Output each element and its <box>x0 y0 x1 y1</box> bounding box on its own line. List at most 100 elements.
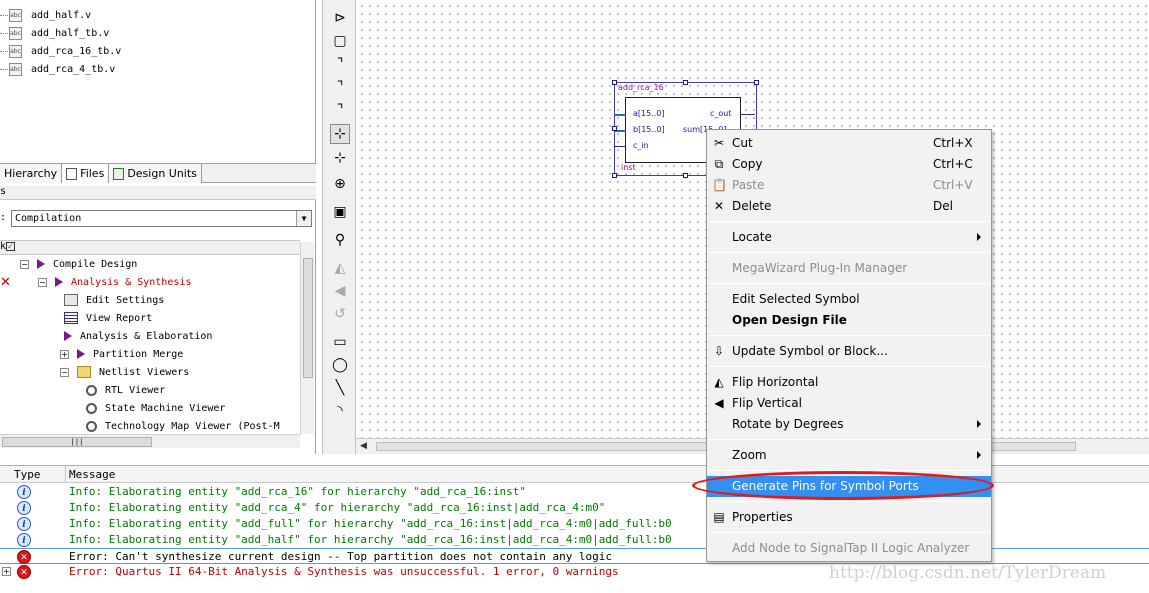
bus-wire-a <box>614 114 626 116</box>
flip-horizontal-icon[interactable]: ◭ <box>330 258 350 278</box>
menu-separator <box>709 366 989 367</box>
port-c-in: c_in <box>633 141 649 150</box>
line-icon[interactable]: ╲ <box>330 378 350 398</box>
task-item[interactable]: View Report <box>64 309 152 327</box>
task-item[interactable]: − Compile Design <box>20 255 137 273</box>
tab-hierarchy-label: Hierarchy <box>4 167 58 180</box>
column-separator[interactable] <box>65 466 66 483</box>
rubberbanding-icon[interactable]: ⊹ <box>330 124 350 144</box>
resize-handle[interactable] <box>612 126 617 131</box>
tree-expander[interactable]: − <box>60 367 69 377</box>
symbol-icon[interactable]: ▢ <box>330 31 350 51</box>
arc-icon[interactable]: ◝ <box>330 401 350 421</box>
menu-item-label: Paste <box>732 178 765 192</box>
task-item[interactable]: − Analysis & Synthesis <box>38 273 191 291</box>
tree-expander[interactable]: + <box>60 349 69 359</box>
task-label: State Machine Viewer <box>105 402 226 414</box>
menu-item-flip-vertical[interactable]: ◀ Flip Vertical <box>707 393 991 414</box>
flow-select[interactable]: Compilation ▼ <box>11 210 312 227</box>
task-item[interactable]: + Partition Merge <box>60 345 183 363</box>
design-units-icon <box>113 167 125 180</box>
tab-hierarchy[interactable]: Hierarchy <box>0 164 63 183</box>
task-item[interactable]: Analysis & Elaboration <box>64 327 212 345</box>
resize-handle[interactable] <box>612 173 617 178</box>
message-text: Info: Elaborating entity "add_rca_16" fo… <box>69 485 526 498</box>
flip-vertical-icon[interactable]: ◀ <box>330 281 350 301</box>
menu-shortcut: Ctrl+X <box>933 136 973 150</box>
rectangle-icon[interactable]: ▭ <box>330 332 350 352</box>
file-item[interactable]: abc add_rca_4_tb.v <box>0 61 115 78</box>
menu-shortcut: Del <box>933 199 953 213</box>
pin-icon[interactable]: ⊳ <box>330 8 350 28</box>
menu-item-megawizard-plug-in-manager[interactable]: MegaWizard Plug-In Manager <box>707 258 991 279</box>
task-item[interactable]: State Machine Viewer <box>86 399 225 417</box>
task-item[interactable]: − Netlist Viewers <box>60 363 189 381</box>
tree-expander[interactable]: − <box>20 259 29 269</box>
scroll-thumb[interactable] <box>303 258 313 378</box>
conduit-icon[interactable]: ⌝ <box>330 100 350 120</box>
tab-files[interactable]: Files <box>62 164 110 183</box>
menu-item-label: Update Symbol or Block... <box>732 344 888 358</box>
menu-item-copy[interactable]: ⧉ Copy Ctrl+C <box>707 154 991 175</box>
menu-item-locate[interactable]: Locate <box>707 227 991 248</box>
rotate-icon[interactable]: ↺ <box>330 304 350 324</box>
port-c-out: c_out <box>710 109 732 118</box>
resize-handle[interactable] <box>754 80 759 85</box>
file-item[interactable]: abc add_half_tb.v <box>0 25 109 42</box>
tab-files-label: Files <box>80 167 105 180</box>
copy-icon: ⧉ <box>714 157 724 171</box>
symbol-name: add_rca_16 <box>618 83 664 92</box>
menu-separator <box>709 283 989 284</box>
wire-c-in <box>614 146 626 147</box>
find-icon[interactable]: ⚲ <box>330 230 350 250</box>
menu-item-update-symbol-or-block[interactable]: ⇩ Update Symbol or Block... <box>707 341 991 362</box>
task-item[interactable]: RTL Viewer <box>86 381 165 399</box>
menu-item-cut[interactable]: ✂ Cut Ctrl+X <box>707 133 991 154</box>
tab-design-units[interactable]: Design Units <box>109 164 202 183</box>
menu-item-add-node-to-signaltap-ii-logic-analyzer[interactable]: Add Node to SignalTap II Logic Analyzer <box>707 538 991 559</box>
menu-item-zoom[interactable]: Zoom <box>707 445 991 466</box>
resize-handle[interactable] <box>612 80 617 85</box>
resize-handle[interactable] <box>683 80 688 85</box>
file-item[interactable]: abc add_rca_16_tb.v <box>0 43 121 60</box>
tasks-horizontal-scrollbar[interactable]: ||| <box>0 434 300 448</box>
flip-vertical-icon: ◀ <box>714 396 724 410</box>
delete-icon: ✕ <box>713 199 725 213</box>
viewer-icon <box>86 384 97 396</box>
message-text: Error: Can't synthesize current design -… <box>69 550 613 563</box>
chevron-down-icon[interactable]: ▼ <box>296 211 311 226</box>
task-item[interactable]: Technology Map Viewer (Post-M <box>86 417 280 435</box>
tree-expander[interactable]: + <box>2 567 11 576</box>
orthogonal-node-icon[interactable]: ⌝ <box>330 54 350 74</box>
menu-separator <box>709 532 989 533</box>
file-item[interactable]: abc add_half.v <box>0 7 91 24</box>
menu-item-delete[interactable]: ✕ Delete Del <box>707 196 991 217</box>
zoom-icon[interactable]: ⊕ <box>330 174 350 194</box>
orthogonal-bus-icon[interactable]: ⌝ <box>330 77 350 97</box>
menu-item-flip-horizontal[interactable]: ◭ Flip Horizontal <box>707 372 991 393</box>
viewer-icon <box>86 402 97 414</box>
tasks-vertical-scrollbar[interactable] <box>300 242 314 434</box>
scroll-left-icon[interactable]: ◀ <box>360 441 367 451</box>
folder-icon <box>77 366 91 378</box>
column-type[interactable]: Type <box>14 468 41 481</box>
column-message[interactable]: Message <box>69 468 115 481</box>
resize-handle[interactable] <box>683 173 688 178</box>
full-screen-icon[interactable]: ▣ <box>330 202 350 222</box>
play-icon <box>64 331 72 341</box>
task-item[interactable]: Edit Settings <box>64 291 164 309</box>
partial-line-icon[interactable]: ⊹ <box>330 148 350 168</box>
menu-item-open-design-file[interactable]: Open Design File <box>707 310 991 331</box>
menu-item-edit-selected-symbol[interactable]: Edit Selected Symbol <box>707 289 991 310</box>
ellipse-icon[interactable]: ◯ <box>330 355 350 375</box>
tree-connector <box>0 33 8 34</box>
task-label: Technology Map Viewer (Post-M <box>105 420 280 432</box>
task-label: RTL Viewer <box>105 384 166 396</box>
menu-item-properties[interactable]: ▤ Properties <box>707 507 991 528</box>
tree-expander[interactable]: − <box>38 277 47 287</box>
menu-item-paste[interactable]: 📋 Paste Ctrl+V <box>707 175 991 196</box>
scroll-thumb[interactable]: ||| <box>2 437 152 447</box>
menu-item-rotate-by-degrees[interactable]: Rotate by Degrees <box>707 414 991 435</box>
submenu-arrow-icon <box>977 233 981 241</box>
task-label: View Report <box>86 312 153 324</box>
